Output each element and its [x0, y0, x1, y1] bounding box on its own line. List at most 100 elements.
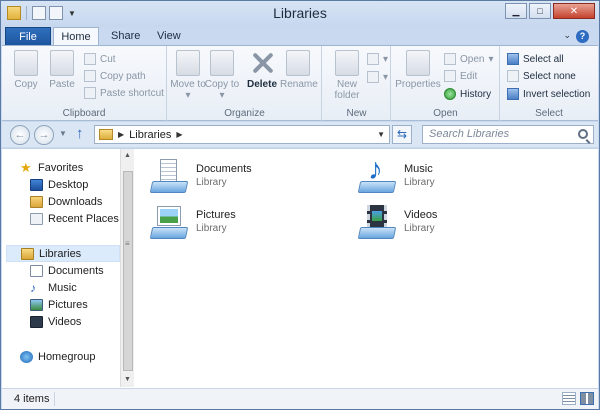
copy-button[interactable]: Copy	[8, 50, 44, 90]
breadcrumb-arrow-icon[interactable]: ▶	[176, 130, 182, 139]
search-input[interactable]: Search Libraries	[422, 125, 594, 144]
address-bar[interactable]: ▶ Libraries ▶ ▼	[94, 125, 390, 144]
select-all-button[interactable]: Select all	[507, 51, 564, 67]
explorer-window: ▼ Libraries ▁ □ ✕ File Home Share View ⌄…	[0, 0, 600, 410]
close-button[interactable]: ✕	[553, 3, 595, 19]
tile-name: Pictures	[196, 209, 236, 221]
nav-favorites[interactable]: ★ Favorites	[20, 159, 83, 176]
nav-music-label: Music	[48, 281, 77, 294]
invert-selection-icon	[507, 88, 519, 100]
address-history-chevron-icon[interactable]: ▼	[377, 130, 385, 139]
library-tile-videos[interactable]: Videos Library	[357, 203, 558, 243]
expand-ribbon-chevron-icon[interactable]: ⌄	[563, 30, 571, 41]
select-all-label: Select all	[523, 53, 564, 65]
navigation-bar: ← → ▼ ↑ ▶ Libraries ▶ ▼ ⇆ Search Librari…	[2, 122, 598, 147]
organize-group: Move to ▾ Copy to ▾ Delete Rename Organi…	[168, 46, 322, 121]
refresh-button[interactable]: ⇆	[392, 125, 412, 144]
edit-button[interactable]: Edit	[444, 68, 477, 84]
nav-desktop[interactable]: Desktop	[30, 176, 88, 193]
maximize-button[interactable]: □	[529, 3, 551, 19]
paste-icon	[50, 50, 74, 76]
scrollbar-thumb[interactable]	[123, 171, 133, 371]
nav-pictures[interactable]: Pictures	[30, 296, 88, 313]
move-to-icon	[176, 50, 200, 76]
homegroup-icon	[20, 350, 33, 363]
open-button[interactable]: Open ▾	[444, 51, 494, 67]
libraries-folder-icon	[99, 129, 113, 140]
nav-homegroup[interactable]: Homegroup	[20, 348, 95, 365]
libraries-icon	[21, 247, 34, 260]
nav-recent-places-label: Recent Places	[48, 212, 119, 225]
nav-music[interactable]: ♪ Music	[30, 279, 77, 296]
library-tile-documents[interactable]: Documents Library	[149, 157, 350, 197]
details-view-icon[interactable]	[562, 392, 576, 405]
tab-file[interactable]: File	[5, 27, 51, 46]
open-group: Properties Open ▾ Edit History Open	[392, 46, 500, 121]
breadcrumb-arrow-icon[interactable]: ▶	[118, 130, 124, 139]
properties-button[interactable]: Properties	[394, 50, 442, 90]
rename-button[interactable]: Rename	[280, 50, 318, 90]
back-button[interactable]: ←	[10, 125, 30, 145]
cut-button[interactable]: Cut	[84, 51, 116, 67]
nav-homegroup-label: Homegroup	[38, 350, 96, 363]
nav-pictures-label: Pictures	[48, 298, 88, 311]
paste-shortcut-label: Paste shortcut	[100, 87, 164, 99]
large-icons-view-icon[interactable]	[580, 392, 594, 405]
breadcrumb-libraries[interactable]: Libraries	[129, 129, 171, 141]
select-none-icon	[507, 70, 519, 82]
tab-view[interactable]: View	[147, 27, 191, 46]
tab-home[interactable]: Home	[53, 27, 99, 46]
paste-shortcut-button[interactable]: Paste shortcut	[84, 85, 164, 101]
nav-recent-places[interactable]: Recent Places	[30, 210, 119, 227]
organize-group-label: Organize	[224, 108, 265, 119]
easy-access-button[interactable]: ▾	[367, 69, 388, 85]
nav-videos-label: Videos	[48, 315, 82, 328]
select-all-icon	[507, 53, 519, 65]
history-button[interactable]: History	[444, 86, 491, 102]
status-bar: 4 items	[2, 388, 598, 409]
tile-type: Library	[196, 177, 227, 188]
tile-type: Library	[196, 223, 227, 234]
downloads-icon	[30, 195, 43, 208]
delete-button[interactable]: Delete	[244, 50, 280, 90]
minimize-button[interactable]: ▁	[505, 3, 527, 19]
move-to-label: Move to	[170, 79, 206, 90]
edit-icon	[444, 70, 456, 82]
invert-selection-button[interactable]: Invert selection	[507, 86, 590, 102]
nav-videos[interactable]: Videos	[30, 313, 81, 330]
new-folder-big-icon	[335, 50, 359, 76]
new-folder-button[interactable]: New folder	[327, 50, 367, 101]
copy-to-button[interactable]: Copy to ▾	[204, 50, 240, 101]
copy-path-button[interactable]: Copy path	[84, 68, 146, 84]
copy-icon	[14, 50, 38, 76]
tab-share[interactable]: Share	[101, 27, 150, 46]
up-arrow-icon[interactable]: ↑	[76, 126, 84, 142]
nav-documents[interactable]: Documents	[30, 262, 104, 279]
copy-label: Copy	[14, 79, 38, 90]
copy-to-icon	[210, 50, 234, 76]
new-item-button[interactable]: ▾	[367, 51, 388, 67]
open-icon	[444, 53, 456, 65]
nav-downloads[interactable]: Downloads	[30, 193, 102, 210]
move-to-button[interactable]: Move to ▾	[170, 50, 206, 101]
star-icon: ★	[20, 159, 32, 175]
nav-libraries[interactable]: Libraries	[6, 245, 120, 262]
library-tile-pictures[interactable]: Pictures Library	[149, 203, 350, 243]
paste-button[interactable]: Paste	[44, 50, 80, 90]
rename-label: Rename	[280, 79, 318, 90]
search-icon[interactable]	[578, 129, 588, 139]
history-icon	[444, 88, 456, 100]
scroll-up-arrow-icon[interactable]: ▲	[124, 152, 131, 159]
help-icon[interactable]: ?	[576, 30, 589, 43]
library-tile-music[interactable]: ♪ Music Library	[357, 155, 558, 197]
navigation-pane-scrollbar[interactable]: ▲ ≡ ▼	[120, 149, 134, 387]
properties-big-icon	[406, 50, 430, 76]
properties-label: Properties	[395, 79, 441, 90]
desktop-icon	[30, 178, 43, 191]
select-none-button[interactable]: Select none	[507, 68, 576, 84]
forward-button[interactable]: →	[34, 125, 54, 145]
easy-access-icon	[367, 71, 379, 83]
scroll-down-arrow-icon[interactable]: ▼	[124, 376, 131, 383]
new-group-label: New	[346, 108, 367, 119]
recent-locations-chevron-icon[interactable]: ▼	[59, 129, 67, 138]
